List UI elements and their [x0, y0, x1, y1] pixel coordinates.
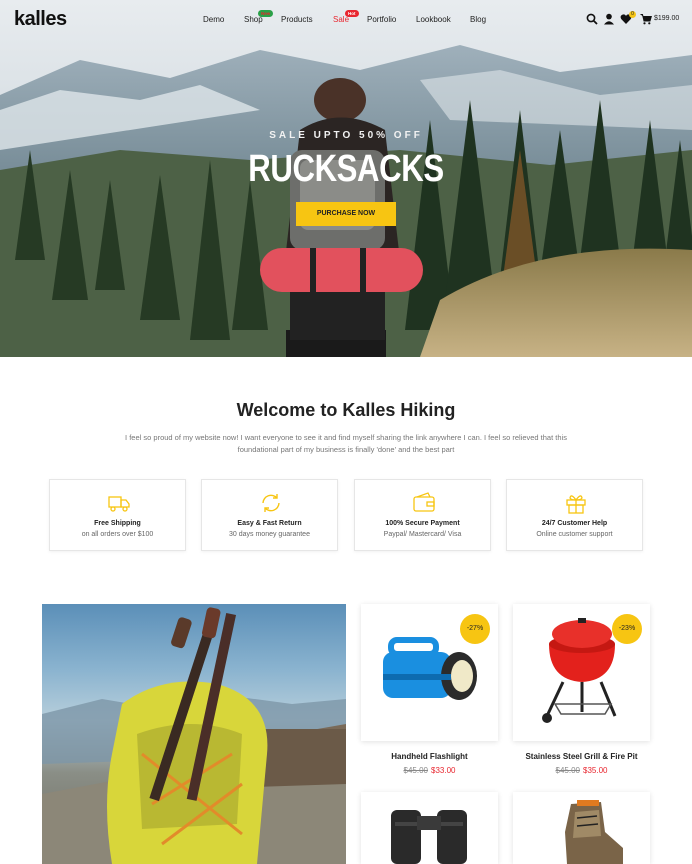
feature-secure-payment: 100% Secure Payment Paypal/ Mastercard/ …	[354, 479, 491, 551]
backpack-trekking-poles-illustration	[42, 607, 346, 864]
purchase-now-button[interactable]: PURCHASE NOW	[296, 202, 396, 226]
user-icon[interactable]	[603, 13, 615, 25]
feature-subtitle: Online customer support	[536, 531, 613, 538]
hiking-promo-image[interactable]	[42, 604, 346, 864]
hiking-boot-image	[565, 800, 623, 864]
product-name[interactable]: Stainless Steel Grill & Fire Pit	[513, 752, 650, 761]
product-card[interactable]: -27%	[361, 604, 498, 741]
gift-icon	[566, 495, 586, 514]
wallet-icon	[413, 492, 435, 512]
hero-title: RUCKSACKS	[248, 148, 444, 190]
product-card[interactable]	[361, 792, 498, 864]
feature-free-shipping: Free Shipping on all orders over $100	[49, 479, 186, 551]
product-price: $45.00 $33.00	[361, 766, 498, 775]
search-icon[interactable]	[586, 13, 598, 25]
nav-item-blog[interactable]: Blog	[470, 15, 486, 24]
product-price: $45.00 $35.00	[513, 766, 650, 775]
nav-item-lookbook[interactable]: Lookbook	[416, 15, 451, 24]
nav-item-demo[interactable]: Demo	[203, 15, 224, 24]
feature-easy-return: Easy & Fast Return 30 days money guarant…	[201, 479, 338, 551]
feature-title: Easy & Fast Return	[237, 520, 302, 527]
feature-subtitle: Paypal/ Mastercard/ Visa	[383, 531, 462, 538]
binoculars-image	[391, 810, 467, 864]
feature-customer-help: 24/7 Customer Help Online customer suppo…	[506, 479, 643, 551]
feature-subtitle: 30 days money guarantee	[229, 531, 310, 538]
old-price: $45.00	[403, 766, 428, 775]
feature-subtitle: on all orders over $100	[81, 531, 154, 538]
nav-badge-new: New	[258, 10, 274, 17]
feature-title: 24/7 Customer Help	[541, 520, 608, 527]
product-card[interactable]: -23%	[513, 604, 650, 741]
sale-price: $35.00	[583, 766, 608, 775]
old-price: $45.00	[555, 766, 580, 775]
product-card[interactable]	[513, 792, 650, 864]
product-name[interactable]: Handheld Flashlight	[361, 752, 498, 761]
feature-title: 100% Secure Payment	[385, 520, 460, 527]
welcome-title: Welcome to Kalles Hiking	[236, 400, 456, 420]
feature-title: Free Shipping	[94, 520, 141, 527]
discount-badge: -23%	[612, 614, 642, 644]
wishlist-count-badge: 0	[629, 11, 636, 18]
cart-total[interactable]: $199.00	[654, 15, 679, 22]
hero-kicker: SALE UPTO 50% OFF	[269, 130, 423, 141]
nav-item-products[interactable]: Products	[281, 15, 313, 24]
refresh-icon	[262, 494, 280, 512]
nav-item-portfolio[interactable]: Portfolio	[367, 15, 396, 24]
site-logo[interactable]: kalles	[14, 8, 67, 31]
nav-badge-hot: Hot	[345, 10, 359, 17]
site-header: kalles Demo Shop New Products Sale Hot P…	[0, 0, 692, 40]
discount-badge: -27%	[460, 614, 490, 644]
truck-icon	[108, 496, 130, 512]
cart-icon[interactable]	[640, 13, 652, 25]
sale-price: $33.00	[431, 766, 456, 775]
welcome-text: I feel so proud of my website now! I wan…	[125, 433, 567, 454]
